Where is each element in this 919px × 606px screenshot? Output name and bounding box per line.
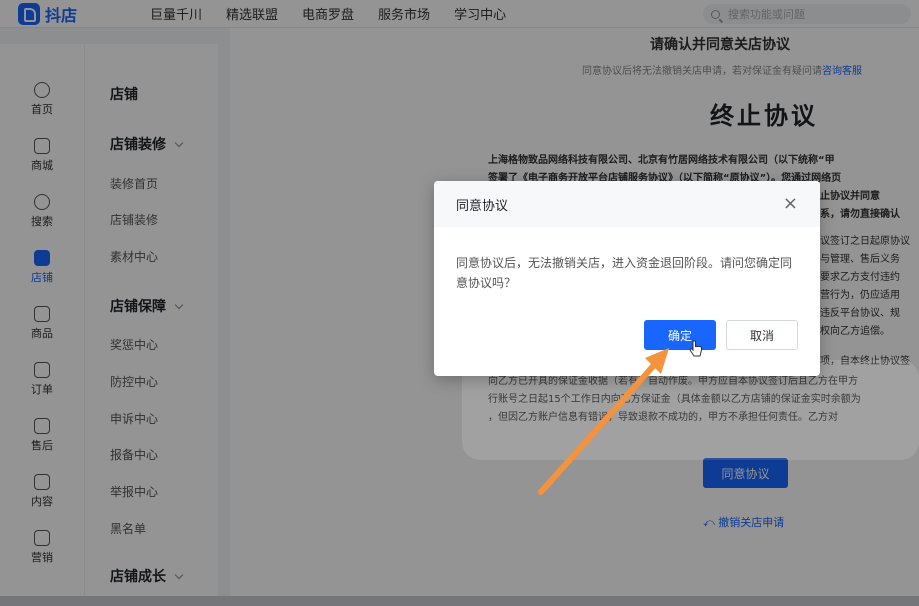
confirm-button[interactable]: 确定 xyxy=(644,320,716,350)
cancel-button[interactable]: 取消 xyxy=(726,320,798,350)
confirm-dialog: 同意协议 × 同意协议后，无法撤销关店，进入资金退回阶段。请问您确定同意协议吗？… xyxy=(434,181,820,376)
dialog-message: 同意协议后，无法撤销关店，进入资金退回阶段。请问您确定同意协议吗？ xyxy=(456,256,793,290)
dialog-footer: 确定 取消 xyxy=(644,320,798,350)
hand-cursor-icon xyxy=(689,340,702,357)
dialog-title: 同意协议 xyxy=(456,198,509,214)
close-icon[interactable]: × xyxy=(783,195,798,213)
dialog-header: 同意协议 × xyxy=(434,181,820,227)
